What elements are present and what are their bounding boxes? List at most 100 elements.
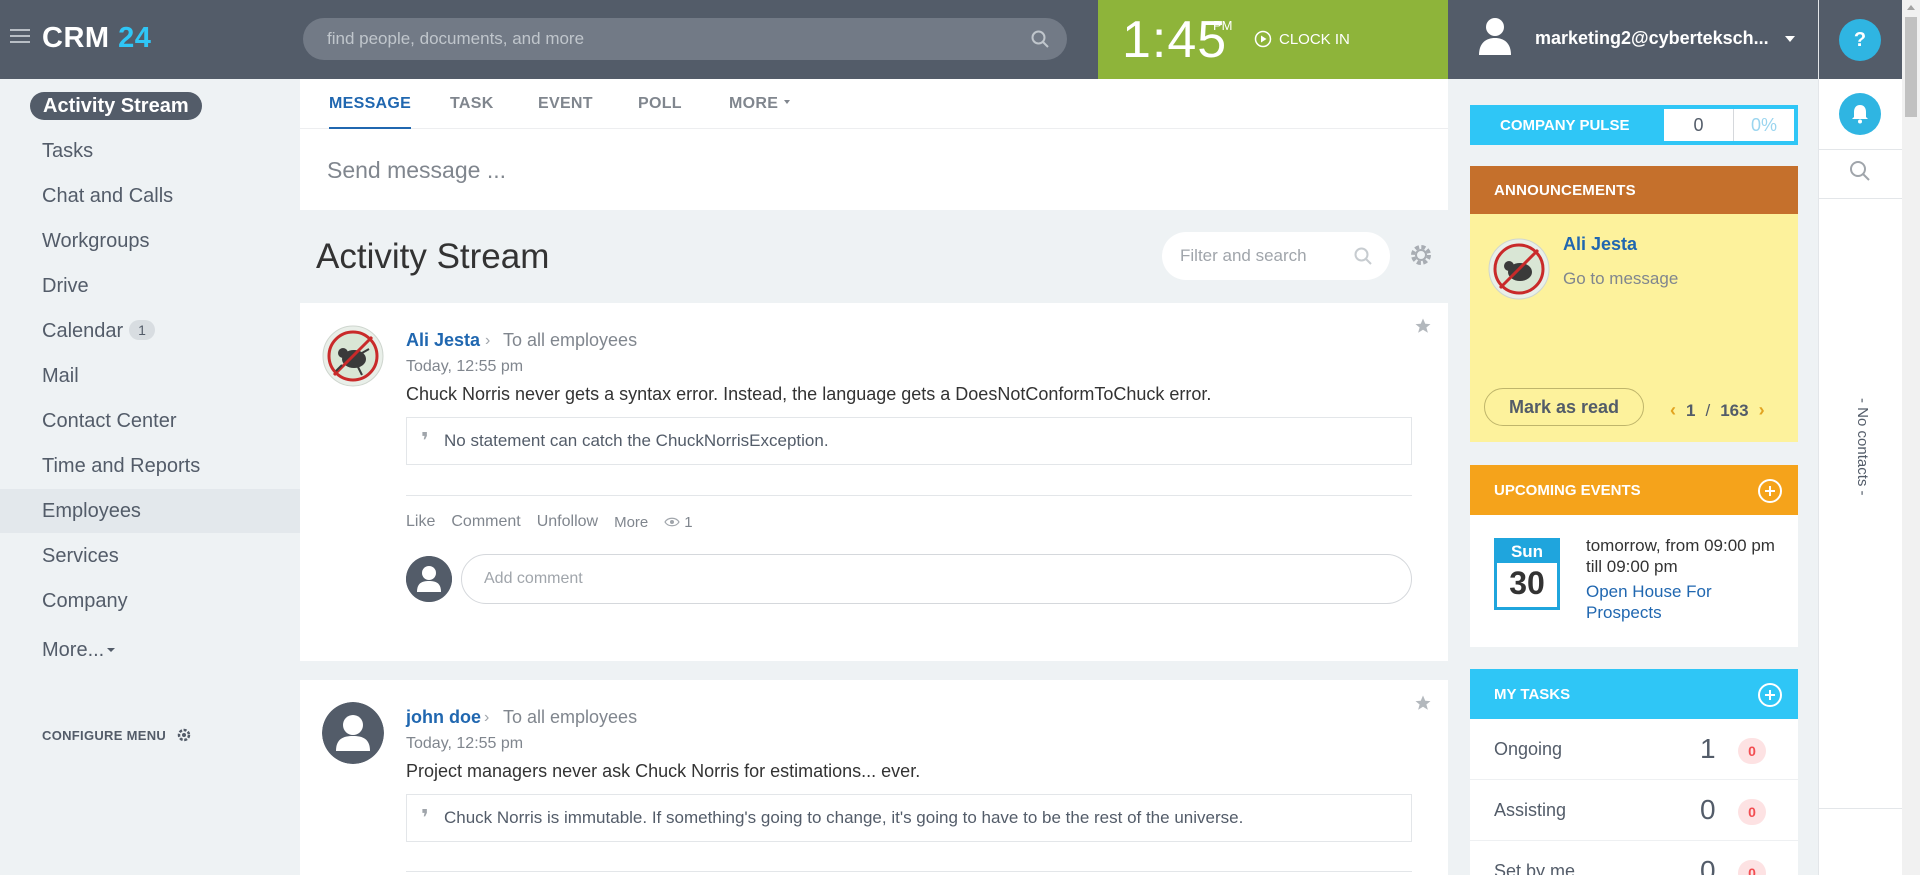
menu-icon[interactable] (10, 29, 30, 43)
tab-message[interactable]: MESSAGE (329, 95, 412, 129)
global-search-input[interactable] (303, 18, 1003, 60)
quote-icon: ❜ (421, 428, 429, 453)
logo[interactable]: CRM 24 (42, 22, 151, 55)
calendar-counter-badge: 1 (129, 320, 155, 340)
view-count[interactable]: 1 (664, 513, 693, 531)
event-link[interactable]: Open House For Prospects (1586, 581, 1786, 623)
tab-event[interactable]: EVENT (538, 95, 593, 113)
view-count-value: 1 (684, 513, 693, 531)
search-icon[interactable] (1031, 30, 1049, 53)
task-overdue-badge: 0 (1738, 738, 1766, 764)
sidebar-item-contact-center[interactable]: Contact Center (0, 399, 300, 443)
company-pulse-widget[interactable]: COMPANY PULSE 0 0% (1470, 105, 1798, 145)
post-actions: Like Comment Unfollow More 1 (406, 513, 693, 531)
post-text: Chuck Norris never gets a syntax error. … (406, 384, 1212, 404)
logo-number: 24 (118, 22, 152, 54)
page-title: Activity Stream (316, 237, 550, 276)
filter-search (1162, 232, 1390, 280)
sidebar-item-company[interactable]: Company (0, 579, 300, 623)
chevron-left-icon[interactable]: ‹ (1670, 400, 1676, 421)
divider (1819, 808, 1903, 809)
upcoming-events-title: UPCOMING EVENTS (1494, 482, 1641, 499)
comment-button[interactable]: Comment (451, 513, 520, 531)
sidebar-item-label: Drive (42, 275, 89, 297)
sidebar-item-mail[interactable]: Mail (0, 354, 300, 398)
divider (1819, 198, 1903, 199)
sidebar-item-more[interactable]: More... (0, 628, 300, 672)
sidebar-item-drive[interactable]: Drive (0, 264, 300, 308)
search-icon[interactable] (1354, 247, 1372, 270)
task-row-label: Set by me (1494, 861, 1576, 875)
sidebar-item-label: Tasks (42, 140, 94, 162)
sidebar-item-activity-stream[interactable]: Activity Stream (0, 84, 300, 128)
post-time[interactable]: Today, 12:55 pm (406, 358, 523, 376)
play-icon (1254, 30, 1272, 48)
task-row-assisting[interactable]: Assisting 0 0 (1470, 780, 1798, 841)
upcoming-events-body: Sun 30 tomorrow, from 09:00 pm till 09:0… (1470, 515, 1798, 647)
company-pulse-label: COMPANY PULSE (1500, 117, 1630, 134)
global-search (303, 18, 1067, 60)
favorite-star-icon[interactable] (1414, 694, 1432, 717)
post-time[interactable]: Today, 12:55 pm (406, 735, 523, 753)
add-comment-input[interactable] (462, 555, 1362, 603)
pulse-percent: 0% (1750, 115, 1777, 135)
filter-search-input[interactable] (1162, 232, 1342, 280)
my-tasks-header: MY TASKS (1470, 669, 1798, 719)
sidebar-item-chat-and-calls[interactable]: Chat and Calls (0, 174, 300, 218)
task-row-count: 0 (1700, 855, 1716, 875)
task-row-set-by-me[interactable]: Set by me 0 0 (1470, 841, 1798, 875)
like-button[interactable]: Like (406, 513, 435, 531)
help-button[interactable]: ? (1839, 19, 1881, 61)
contacts-search-icon[interactable] (1849, 160, 1871, 187)
tab-poll[interactable]: POLL (638, 95, 682, 113)
go-to-message-link[interactable]: Go to message (1563, 269, 1678, 289)
sidebar-item-label: Time and Reports (42, 455, 201, 477)
feed-post: john doe › To all employees Today, 12:55… (300, 680, 1448, 875)
post-recipients[interactable]: To all employees (503, 330, 637, 351)
sidebar-item-tasks[interactable]: Tasks (0, 129, 300, 173)
sidebar-item-services[interactable]: Services (0, 534, 300, 578)
announcement-author-link[interactable]: Ali Jesta (1563, 234, 1637, 255)
send-message-field[interactable]: Send message ... (327, 157, 506, 184)
user-menu[interactable]: marketing2@cyberteksch... (1448, 0, 1818, 79)
mark-as-read-button[interactable]: Mark as read (1484, 388, 1644, 426)
add-event-plus-icon[interactable] (1758, 479, 1782, 503)
add-task-plus-icon[interactable] (1758, 683, 1782, 707)
chevron-right-icon[interactable]: › (1759, 400, 1765, 421)
chevron-right-icon: › (485, 332, 491, 349)
sidebar-item-calendar[interactable]: Calendar 1 (0, 309, 300, 353)
configure-menu-button[interactable]: CONFIGURE MENU (42, 727, 192, 743)
sidebar-item-label: Services (42, 545, 119, 567)
tab-task[interactable]: TASK (450, 95, 494, 113)
sidebar-item-time-and-reports[interactable]: Time and Reports (0, 444, 300, 488)
bug-avatar[interactable] (1488, 238, 1550, 300)
task-row-ongoing[interactable]: Ongoing 1 0 (1470, 719, 1798, 780)
notifications-bell-icon[interactable] (1839, 93, 1881, 135)
divider (406, 871, 1412, 872)
favorite-star-icon[interactable] (1414, 317, 1432, 340)
post-author-link[interactable]: john doe (406, 707, 481, 728)
task-overdue-badge: 0 (1738, 860, 1766, 875)
post-author-link[interactable]: Ali Jesta (406, 330, 480, 351)
scroll-up-arrow-icon[interactable] (1907, 5, 1915, 10)
eye-icon (664, 517, 680, 527)
quote-text: Chuck Norris is immutable. If something'… (444, 808, 1244, 827)
clock-in-button[interactable]: CLOCK IN (1254, 30, 1350, 48)
my-tasks-title: MY TASKS (1494, 686, 1571, 703)
bug-avatar[interactable] (322, 325, 384, 387)
stream-settings-gear-icon[interactable] (1409, 243, 1433, 272)
unfollow-button[interactable]: Unfollow (537, 513, 598, 531)
user-avatar-icon[interactable] (322, 702, 384, 764)
calendar-date-icon: Sun 30 (1494, 538, 1560, 610)
clock-in-label: CLOCK IN (1279, 30, 1350, 48)
sidebar-item-workgroups[interactable]: Workgroups (0, 219, 300, 263)
tab-more[interactable]: MORE (729, 95, 791, 113)
sidebar-item-label: More... (42, 639, 105, 661)
more-button[interactable]: More (614, 514, 648, 531)
clock-widget[interactable]: 1:45 PM CLOCK IN (1098, 0, 1448, 79)
scrollbar-thumb[interactable] (1905, 17, 1917, 117)
sidebar-item-employees[interactable]: Employees (0, 489, 300, 533)
page-scrollbar[interactable] (1902, 0, 1920, 875)
top-bar: CRM 24 1:45 PM CLOCK IN marketing2@cyber… (0, 0, 1818, 79)
post-recipients[interactable]: To all employees (503, 707, 637, 728)
